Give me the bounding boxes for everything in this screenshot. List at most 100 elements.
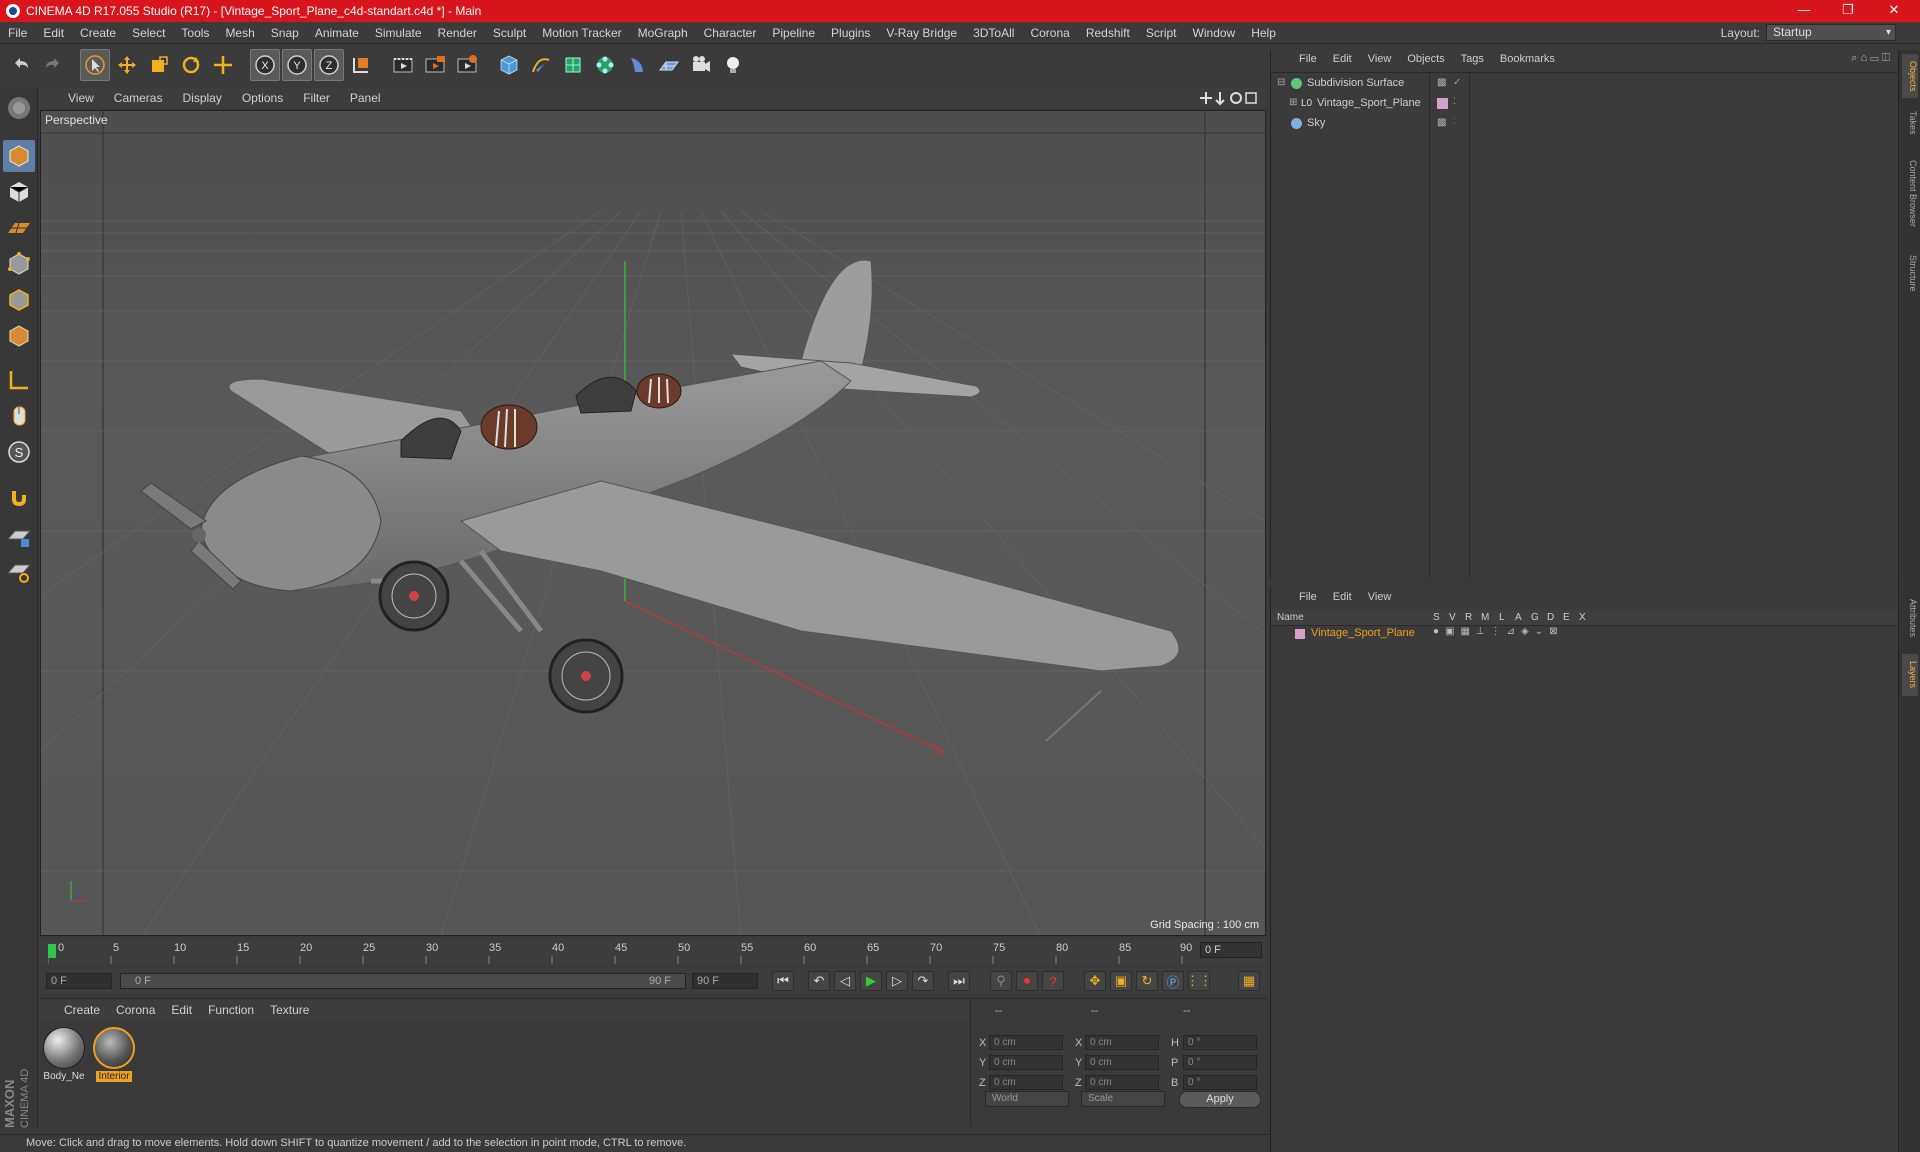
menu-corona[interactable]: Corona (1022, 26, 1077, 40)
enabled-check-icon[interactable]: ✓ (1453, 77, 1461, 88)
menu-render[interactable]: Render (430, 26, 485, 40)
layer-toggles-icon[interactable]: ●▣▦⊥⋮⊿◈⌄⊠ (1433, 626, 1563, 637)
frame-range-slider[interactable]: 0 F 90 F (120, 973, 686, 989)
rotation-p-field[interactable]: 0 ° (1183, 1055, 1257, 1070)
viewport-menu-options[interactable]: Options (232, 91, 293, 105)
start-frame-field[interactable]: 0 F (46, 973, 112, 989)
polygons-mode-button[interactable] (3, 320, 35, 352)
viewport-nav-icons[interactable] (1198, 90, 1258, 106)
layer-col-solo[interactable]: S (1433, 612, 1440, 623)
add-scene-button[interactable] (654, 49, 684, 81)
add-light-button[interactable] (718, 49, 748, 81)
current-frame-field[interactable]: 0 F (1200, 942, 1262, 958)
menu-window[interactable]: Window (1185, 26, 1244, 40)
menu-create[interactable]: Create (72, 26, 124, 40)
apply-button[interactable]: Apply (1179, 1091, 1261, 1108)
key-rotation-button[interactable]: ↻ (1136, 971, 1158, 991)
object-menu-objects[interactable]: Objects (1399, 53, 1452, 65)
viewport-menu-filter[interactable]: Filter (293, 91, 340, 105)
key-pla-button[interactable]: ⋮⋮ (1186, 971, 1212, 991)
menu-animate[interactable]: Animate (307, 26, 367, 40)
visibility-dots-icon[interactable]: ⁚ (1453, 96, 1456, 107)
rotation-b-field[interactable]: 0 ° (1183, 1075, 1257, 1090)
timeline-button[interactable]: ▦ (1238, 971, 1260, 991)
layer-col-render[interactable]: R (1465, 612, 1472, 623)
menu-help[interactable]: Help (1243, 26, 1284, 40)
record-button[interactable]: ⏺ (1016, 971, 1038, 991)
layer-menu-file[interactable]: File (1291, 591, 1325, 603)
workplane-lock-button[interactable] (3, 522, 35, 554)
expand-toggle-icon[interactable]: ⊟ (1277, 77, 1285, 88)
object-menu-view[interactable]: View (1360, 53, 1400, 65)
viewport-camera-label[interactable]: Perspective (45, 113, 108, 127)
menu-plugins[interactable]: Plugins (823, 26, 878, 40)
layer-col-xref[interactable]: X (1579, 612, 1586, 623)
redo-button[interactable] (38, 49, 68, 81)
close-button[interactable]: ✕ (1872, 0, 1916, 22)
previous-key-button[interactable]: ↶ (808, 971, 830, 991)
object-manager-search-icon[interactable]: ⌕ ⌂ ▭ ◫ (1851, 52, 1890, 65)
layer-menu-edit[interactable]: Edit (1325, 591, 1360, 603)
x-axis-lock-button[interactable]: X (250, 49, 280, 81)
go-to-start-button[interactable]: ⏮ (772, 971, 794, 991)
layer-swatch-icon[interactable]: ▩ (1437, 77, 1446, 88)
visibility-dots-icon[interactable]: ⁚ (1453, 116, 1456, 127)
material-swatch-selected[interactable]: Interior (92, 1027, 136, 1082)
model-mode-button[interactable] (3, 140, 35, 172)
tab-attributes[interactable]: Attributes (1902, 588, 1918, 648)
rotate-tool-button[interactable] (176, 49, 206, 81)
layer-swatch-icon[interactable]: ▩ (1437, 117, 1446, 128)
next-frame-button[interactable]: ▷ (886, 971, 908, 991)
layer-col-locked[interactable]: L (1499, 612, 1505, 623)
autokey-button[interactable]: ? (1042, 971, 1064, 991)
render-view-button[interactable] (388, 49, 418, 81)
tweak-mode-button[interactable] (3, 400, 35, 432)
menu-character[interactable]: Character (696, 26, 765, 40)
snapping-button[interactable]: S (3, 436, 35, 468)
make-editable-button[interactable] (3, 92, 35, 124)
move-tool-button[interactable] (112, 49, 142, 81)
menu-script[interactable]: Script (1138, 26, 1185, 40)
layer-col-manager[interactable]: M (1481, 612, 1489, 623)
end-frame-field[interactable]: 90 F (692, 973, 758, 989)
tab-structure[interactable]: Structure (1902, 246, 1918, 300)
coordinate-mode-dropdown[interactable]: World (985, 1091, 1069, 1107)
position-y-field[interactable]: 0 cm (989, 1055, 1063, 1070)
layer-col-expressions[interactable]: E (1563, 612, 1570, 623)
rotation-h-field[interactable]: 0 ° (1183, 1035, 1257, 1050)
add-mograph-button[interactable] (590, 49, 620, 81)
add-camera-button[interactable] (686, 49, 716, 81)
material-menu-create[interactable]: Create (56, 1003, 108, 1017)
menu-sculpt[interactable]: Sculpt (485, 26, 534, 40)
object-row[interactable]: Sky ▩ ⁚ (1271, 116, 1899, 132)
object-menu-bookmarks[interactable]: Bookmarks (1492, 53, 1563, 65)
y-axis-lock-button[interactable]: Y (282, 49, 312, 81)
object-row[interactable]: ⊞ L0 Vintage_Sport_Plane ⁚ (1271, 96, 1899, 112)
layer-name[interactable]: Vintage_Sport_Plane (1311, 627, 1415, 639)
material-swatch[interactable]: Body_Ne (42, 1027, 86, 1082)
menu-select[interactable]: Select (124, 26, 173, 40)
undo-button[interactable] (6, 49, 36, 81)
menu-mesh[interactable]: Mesh (217, 26, 262, 40)
menu-mograph[interactable]: MoGraph (630, 26, 696, 40)
key-scale-button[interactable]: ▣ (1110, 971, 1132, 991)
coordinate-system-button[interactable] (346, 49, 376, 81)
select-tool-button[interactable] (80, 49, 110, 81)
viewport-menu-panel[interactable]: Panel (340, 91, 391, 105)
viewport-menu-cameras[interactable]: Cameras (104, 91, 173, 105)
tab-objects[interactable]: Objects (1902, 54, 1918, 98)
render-picture-viewer-button[interactable] (420, 49, 450, 81)
menu-edit[interactable]: Edit (35, 26, 72, 40)
render-settings-button[interactable] (452, 49, 482, 81)
material-menu-edit[interactable]: Edit (163, 1003, 200, 1017)
menu-file[interactable]: File (0, 26, 35, 40)
keyframe-selection-button[interactable]: ⚲ (990, 971, 1012, 991)
viewport-menu-view[interactable]: View (58, 91, 104, 105)
next-key-button[interactable]: ↷ (912, 971, 934, 991)
size-y-field[interactable]: 0 cm (1085, 1055, 1159, 1070)
layer-color-swatch[interactable] (1437, 98, 1448, 109)
locked-workplane-button[interactable] (3, 556, 35, 588)
add-deformer-button[interactable] (622, 49, 652, 81)
layer-menu-view[interactable]: View (1360, 591, 1400, 603)
object-menu-tags[interactable]: Tags (1453, 53, 1492, 65)
